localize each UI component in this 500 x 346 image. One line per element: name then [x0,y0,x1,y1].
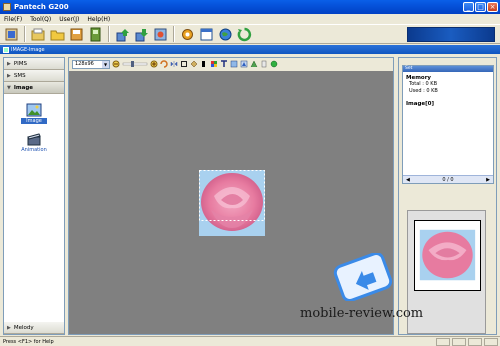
sidebar-footer: ▶ Melody [4,322,64,334]
size-select-value: 128x96 [75,61,94,67]
menu-help[interactable]: Help(H) [87,16,110,23]
prev-page-icon[interactable]: ◀ [406,177,410,183]
right-panel: Set Memory Total : 0 KB Used : 0 KB Imag… [398,57,497,335]
paste-icon[interactable] [260,60,268,68]
dropdown-arrow-icon: ▼ [102,60,109,68]
next-page-icon[interactable]: ▶ [486,177,490,183]
sidebar-section-label: SMS [13,72,26,79]
page-indicator: 0 / 0 [442,176,454,183]
title-bar: Pantech G200 _ □ × [0,0,500,14]
menu-bar: File(F) Tool(Q) User(J) Help(H) [0,14,500,24]
memory-used: Used : 0 KB [409,88,438,94]
preview-screen [414,220,481,291]
toolbar-separator [24,26,26,42]
folder-icon[interactable] [49,26,66,43]
memory-card: Set Memory Total : 0 KB Used : 0 KB Imag… [402,65,494,184]
flip-icon[interactable] [170,60,178,68]
save-icon[interactable] [68,26,85,43]
sidebar-item-label: Image [21,118,47,124]
sidebar-item-animation[interactable]: Animation [4,132,64,153]
watermark-logo-icon [333,253,393,301]
color-icon[interactable] [200,60,208,68]
text-icon[interactable] [220,60,228,68]
zoom-slider-icon[interactable] [122,60,148,68]
path-bar: IMAGE-Image [0,45,500,54]
toolbar-separator [173,26,175,42]
status-panel [452,338,466,346]
sidebar-section-sms[interactable]: ▶ SMS [4,70,64,82]
brand-logo [407,27,495,42]
sidebar-item-image[interactable]: Image [4,103,64,124]
status-panel [468,338,482,346]
status-panel [484,338,498,346]
crop-icon[interactable] [180,60,188,68]
window-title: Pantech G200 [14,3,69,11]
status-panel [436,338,450,346]
chevron-right-icon: ▶ [7,60,11,67]
sync-icon[interactable] [152,26,169,43]
memory-total: Total : 0 KB [409,81,438,87]
app-icon [3,3,11,11]
sidebar-items: Image Animation [4,95,64,321]
menu-user[interactable]: User(J) [59,16,79,23]
fill-icon[interactable] [190,60,198,68]
settings-icon[interactable] [179,26,196,43]
copy-icon[interactable] [250,60,258,68]
rose-image[interactable] [199,170,265,236]
menu-tool[interactable]: Tool(Q) [30,16,51,23]
path-label: IMAGE-Image [11,46,45,53]
rotate-icon[interactable] [160,60,168,68]
effect-icon[interactable] [240,60,248,68]
image-count: Image[0] [406,101,435,107]
image-folder-icon [3,46,9,53]
size-select[interactable]: 128x96 ▼ [72,59,110,69]
sidebar-section-label: PIMS [13,60,28,67]
apply-icon[interactable] [270,60,278,68]
close-icon[interactable]: × [487,2,498,12]
upload-icon[interactable] [114,26,131,43]
zoom-out-icon[interactable] [112,60,120,68]
status-panels [436,338,498,346]
watermark-text: mobile-review.com [300,306,424,321]
globe-icon[interactable] [217,26,234,43]
sidebar-section-image[interactable]: ▼ Image [4,82,64,94]
memory-pager: ◀ 0 / 0 ▶ [403,175,493,183]
phonebook-icon[interactable] [87,26,104,43]
menu-file[interactable]: File(F) [4,16,22,23]
maximize-icon[interactable]: □ [475,2,486,12]
image-icon [26,103,42,117]
sidebar: ▶ PIMS ▶ SMS ▼ Image Image Animation ▶ M… [3,57,65,335]
sidebar-section-label: Image [13,84,34,91]
chevron-down-icon: ▼ [7,84,11,91]
grid-icon[interactable] [210,60,218,68]
toolbar-separator [108,26,110,42]
connect-icon[interactable] [3,26,20,43]
status-bar: Press <F1> for Help [0,336,500,346]
download-icon[interactable] [133,26,150,43]
window-controls: _ □ × [463,2,498,12]
main-toolbar [0,24,500,44]
editor-toolbar: 128x96 ▼ [69,58,393,70]
memory-title: Memory [406,75,432,81]
refresh-icon[interactable] [236,26,253,43]
sidebar-section-pims[interactable]: ▶ PIMS [4,58,64,70]
sidebar-section-melody[interactable]: ▶ Melody [4,322,64,334]
chevron-right-icon: ▶ [7,324,11,331]
sidebar-section-label: Melody [13,324,34,331]
resize-icon[interactable] [230,60,238,68]
sidebar-item-label: Animation [21,147,47,153]
zoom-in-icon[interactable] [150,60,158,68]
minimize-icon[interactable]: _ [463,2,474,12]
chevron-right-icon: ▶ [7,72,11,79]
folder-open-icon[interactable] [30,26,47,43]
status-text: Press <F1> for Help [3,338,54,345]
clapperboard-icon [27,133,41,146]
calendar-icon[interactable] [198,26,215,43]
